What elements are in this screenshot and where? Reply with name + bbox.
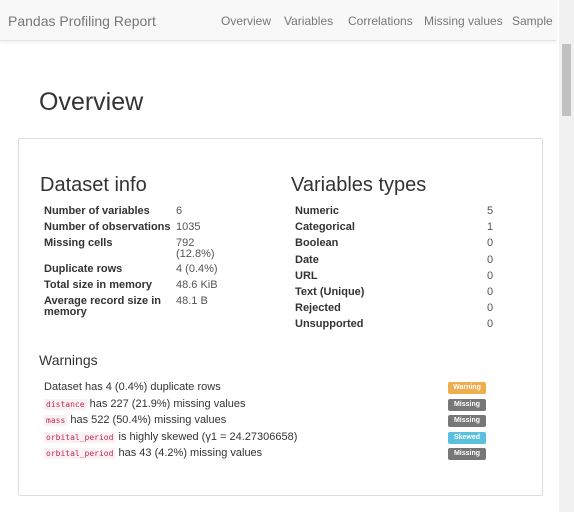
row-value: 48.6 KiB xyxy=(176,280,218,291)
row-value: 0 xyxy=(487,302,494,315)
variable-type-row: Date 0 xyxy=(295,253,495,266)
row-value: 0 xyxy=(487,269,494,282)
row-value: 0 xyxy=(487,286,494,298)
row-value: 48.1 B xyxy=(176,296,208,307)
variable-type-row: Numeric 5 xyxy=(295,206,495,217)
dataset-info-row: Duplicate rows 4 (0.4%) xyxy=(44,264,244,275)
variable-code[interactable]: orbital_period xyxy=(44,448,116,459)
warning-badge: Missing xyxy=(448,415,486,427)
variable-code[interactable]: orbital_period xyxy=(44,431,116,443)
nav-correlations[interactable]: Correlations xyxy=(348,14,413,28)
label-text: Number of observations xyxy=(44,221,171,233)
variable-type-row: Categorical 1 xyxy=(295,222,495,233)
warning-item: Dataset has 4 (0.4%) duplicate rows xyxy=(44,381,221,393)
variable-types-title: Variables types xyxy=(291,174,427,196)
variable-code[interactable]: distance xyxy=(44,398,87,410)
warning-item: orbital_period is highly skewed (γ1 = 24… xyxy=(44,431,297,443)
label-text: Number of variables xyxy=(44,205,150,217)
page-title: Overview xyxy=(39,88,144,116)
brand[interactable]: Pandas Profiling Report xyxy=(8,13,156,29)
row-value: 1 xyxy=(487,221,494,234)
scrollbar[interactable] xyxy=(559,0,574,512)
warning-item: mass has 522 (50.4%) missing values xyxy=(44,414,226,426)
value-text-2: (12.8%) xyxy=(176,248,215,260)
row-value: 792 (12.8%) xyxy=(176,238,215,260)
value-text: 1035 xyxy=(176,221,201,233)
row-label: Categorical xyxy=(295,221,355,234)
row-label: Text (Unique) xyxy=(295,286,365,298)
warning-badge: Missing xyxy=(448,398,486,411)
label-text: Duplicate rows xyxy=(44,263,123,275)
dataset-info-title: Dataset info xyxy=(40,174,147,196)
warning-text: has 522 (50.4%) missing values xyxy=(70,414,227,426)
dataset-info-row: Missing cells 792 (12.8%) xyxy=(44,237,244,260)
nav-variables[interactable]: Variables xyxy=(284,14,333,28)
value-text: 48.6 KiB xyxy=(176,279,218,291)
warning-text: has 43 (4.2%) missing values xyxy=(118,447,263,459)
row-label: Unsupported xyxy=(295,318,364,331)
row-label: Numeric xyxy=(295,205,340,217)
label-text: Missing cells xyxy=(44,237,113,249)
warning-text: Dataset has 4 (0.4%) duplicate rows xyxy=(44,381,221,393)
row-label: URL xyxy=(295,269,318,282)
nav-overview[interactable]: Overview xyxy=(221,14,271,28)
dataset-info-row: Total size in memory 48.6 KiB xyxy=(44,280,244,291)
nav-missing-values[interactable]: Missing values xyxy=(424,14,503,28)
row-value: 4 (0.4%) xyxy=(176,264,218,275)
warning-badge: Skewed xyxy=(448,431,486,444)
dataset-info-row: Number of variables 6 xyxy=(44,206,244,217)
value-text: 6 xyxy=(176,205,183,217)
navbar: Pandas Profiling Report Overview Variabl… xyxy=(0,0,556,41)
nav-sample[interactable]: Sample xyxy=(512,14,553,28)
row-value: 5 xyxy=(487,205,494,217)
row-label: Number of variables xyxy=(44,206,244,217)
row-value: 0 xyxy=(487,237,494,250)
row-label: Rejected xyxy=(295,302,341,315)
dataset-info-row: Average record size in memory 48.1 B xyxy=(44,296,244,318)
row-label: Number of observations xyxy=(44,222,244,233)
label-text-2: memory xyxy=(44,306,87,318)
variable-type-row: Text (Unique) 0 xyxy=(295,287,495,298)
warning-badge: Missing xyxy=(448,448,486,460)
warning-item: orbital_period has 43 (4.2%) missing val… xyxy=(44,447,262,459)
warnings-title: Warnings xyxy=(39,352,98,368)
row-label: Date xyxy=(295,253,319,266)
dataset-info-row: Number of observations 1035 xyxy=(44,222,244,233)
warning-text: is highly skewed (γ1 = 24.27306658) xyxy=(118,430,298,443)
row-value: 6 xyxy=(176,206,182,217)
value-text: 4 (0.4%) xyxy=(176,263,218,275)
warning-badge: Warning xyxy=(448,382,486,394)
warning-text: has 227 (21.9%) missing values xyxy=(89,397,246,410)
warning-item: distance has 227 (21.9%) missing values xyxy=(44,398,246,410)
label-text: Total size in memory xyxy=(44,279,152,291)
variable-type-row: URL 0 xyxy=(295,269,495,282)
row-value: 0 xyxy=(487,318,494,331)
row-label: Boolean xyxy=(295,237,339,250)
variable-type-row: Unsupported 0 xyxy=(295,319,495,330)
value-text: 48.1 B xyxy=(176,295,208,307)
variable-type-row: Boolean 0 xyxy=(295,238,495,249)
row-value: 1035 xyxy=(176,222,200,233)
scrollbar-thumb[interactable] xyxy=(562,44,571,116)
row-value: 0 xyxy=(487,253,494,266)
variable-type-row: Rejected 0 xyxy=(295,303,495,314)
variable-code[interactable]: mass xyxy=(44,415,68,426)
row-label: Average record size in memory xyxy=(44,296,244,318)
